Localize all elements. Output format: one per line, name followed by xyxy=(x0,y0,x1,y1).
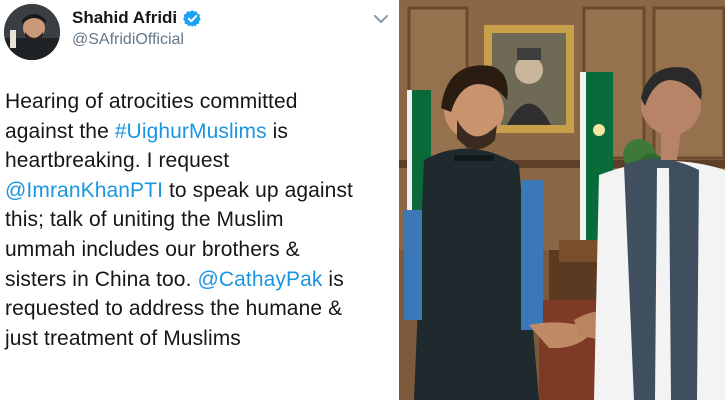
tweet-text-segment: Hearing of atrocities committed xyxy=(5,90,298,113)
tweet-line: against the #UighurMuslims is xyxy=(5,117,393,147)
tweet-card: Shahid Afridi @SAfridiOfficial Hearing o… xyxy=(0,0,395,400)
tweet-text-segment: just treatment of Muslims xyxy=(5,326,241,350)
tweet-line: sisters in China too. @CathayPak is xyxy=(5,265,393,295)
verified-badge-icon xyxy=(183,9,202,28)
mention-link[interactable]: @ImranKhanPTI xyxy=(5,179,163,202)
tweet-line: this; talk of uniting the Muslim xyxy=(5,205,393,235)
tweet-line: @ImranKhanPTI to speak up against xyxy=(5,176,393,206)
handshake-photo xyxy=(399,0,725,400)
tweet-text-segment: this; talk of uniting the Muslim xyxy=(5,208,284,232)
chevron-down-icon[interactable] xyxy=(372,12,390,26)
tweet-line: heartbreaking. I request xyxy=(5,146,393,176)
tweet-text-segment: requested to address the humane & xyxy=(5,297,343,321)
tweet-text-segment: against the xyxy=(5,119,115,143)
handle[interactable]: @SAfridiOfficial xyxy=(72,31,184,49)
display-name[interactable]: Shahid Afridi xyxy=(72,8,177,28)
tweet-text-segment: is xyxy=(322,267,344,291)
mention-link[interactable]: @CathayPak xyxy=(197,268,322,291)
tweet-line: ummah includes our brothers & xyxy=(5,235,393,265)
author-row: Shahid Afridi xyxy=(72,8,202,28)
tweet-line: requested to address the humane & xyxy=(5,294,393,324)
hashtag-link[interactable]: #UighurMuslims xyxy=(115,120,267,143)
tweet-line: Hearing of atrocities committed xyxy=(5,87,393,117)
avatar[interactable] xyxy=(4,4,60,60)
tweet-line: just treatment of Muslims xyxy=(5,324,393,354)
tweet-text-segment: ummah includes our brothers & xyxy=(5,237,300,261)
tweet-text-segment: to speak up against xyxy=(163,178,353,202)
tweet-text-segment: heartbreaking. I request xyxy=(5,149,230,173)
news-photo xyxy=(399,0,725,400)
tweet-text-segment: is xyxy=(266,119,289,143)
tweet-text: Hearing of atrocities committed against t… xyxy=(5,87,393,353)
tweet-text-segment: sisters in China too. xyxy=(5,267,198,291)
avatar-image xyxy=(4,4,60,60)
